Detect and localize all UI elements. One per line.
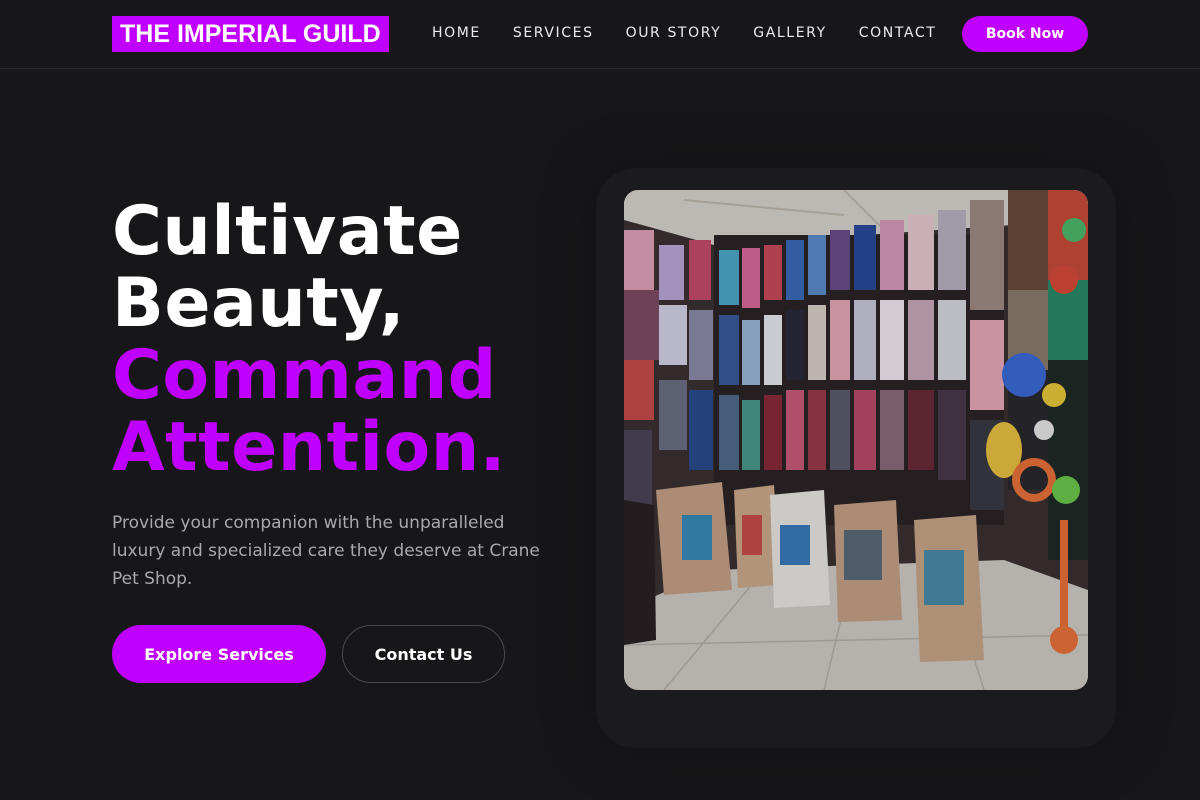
pet-shop-photo-illustration: [624, 190, 1088, 690]
nav-link-our-story[interactable]: OUR STORY: [626, 24, 722, 42]
hero-image: [624, 190, 1088, 690]
contact-us-button[interactable]: Contact Us: [342, 625, 505, 683]
hero-headline: Cultivate Beauty, Command Attention.: [112, 196, 592, 484]
headline-accent-line-1: Command: [112, 336, 497, 415]
nav-link-contact[interactable]: CONTACT: [859, 24, 937, 42]
explore-services-button[interactable]: Explore Services: [112, 625, 326, 683]
headline-accent-line-2: Attention.: [112, 408, 506, 487]
book-now-button[interactable]: Book Now: [962, 16, 1088, 52]
nav-link-services[interactable]: SERVICES: [513, 24, 594, 42]
headline-line-1: Cultivate: [112, 192, 463, 271]
hero-subtitle: Provide your companion with the unparall…: [112, 513, 540, 589]
site-logo[interactable]: THE IMPERIAL GUILD: [112, 16, 389, 52]
top-navbar: THE IMPERIAL GUILD HOME SERVICES OUR STO…: [0, 0, 1200, 69]
nav-link-home[interactable]: HOME: [432, 24, 481, 42]
nav-link-gallery[interactable]: GALLERY: [753, 24, 826, 42]
main-menu: HOME SERVICES OUR STORY GALLERY CONTACT: [432, 24, 968, 42]
headline-line-2: Beauty,: [112, 264, 406, 343]
